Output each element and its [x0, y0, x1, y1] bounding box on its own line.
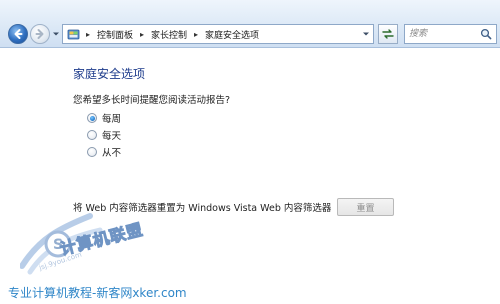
control-panel-icon	[67, 29, 80, 39]
radio-button[interactable]	[87, 130, 97, 140]
breadcrumb-separator-icon[interactable]: ▸	[82, 25, 94, 43]
search-input[interactable]	[409, 26, 479, 42]
radio-label[interactable]: 从不	[102, 145, 121, 159]
report-reminder-question: 您希望多长时间提醒您阅读活动报告?	[73, 95, 231, 106]
reset-button[interactable]: 重置	[337, 198, 394, 216]
breadcrumb-control-panel[interactable]: 控制面板	[94, 28, 136, 41]
page-title: 家庭安全选项	[73, 67, 146, 81]
radio-label[interactable]: 每天	[102, 128, 121, 142]
breadcrumb-family-safety-options[interactable]: 家庭安全选项	[202, 28, 262, 41]
chevron-down-icon	[363, 32, 369, 36]
breadcrumb-separator-icon[interactable]: ▸	[136, 25, 148, 43]
navigation-bar: ▸ 控制面板 ▸ 家长控制 ▸ 家庭安全选项	[0, 0, 500, 48]
back-arrow-icon	[14, 29, 23, 39]
breadcrumb-parental-controls[interactable]: 家长控制	[148, 28, 190, 41]
radio-selected-dot	[89, 115, 95, 121]
address-bar[interactable]: ▸ 控制面板 ▸ 家长控制 ▸ 家庭安全选项	[62, 24, 374, 44]
search-icon[interactable]	[480, 28, 492, 40]
breadcrumb-separator-icon[interactable]: ▸	[190, 25, 202, 43]
refresh-arrows-icon	[382, 29, 394, 39]
back-button[interactable]	[8, 24, 28, 44]
radio-button[interactable]	[87, 147, 97, 157]
recent-pages-dropdown-icon[interactable]	[52, 30, 60, 38]
address-history-dropdown[interactable]	[359, 25, 373, 43]
forward-button[interactable]	[30, 24, 50, 44]
watermark-caption: 专业计算机教程-新客网xker.com	[8, 286, 187, 300]
radio-option-never[interactable]: 从不	[87, 145, 121, 159]
forward-arrow-icon	[35, 29, 44, 39]
radio-option-weekly[interactable]: 每周	[87, 111, 121, 125]
radio-option-daily[interactable]: 每天	[87, 128, 121, 142]
refresh-button[interactable]	[378, 24, 398, 44]
search-box[interactable]	[404, 24, 497, 44]
radio-button[interactable]	[87, 113, 97, 123]
radio-label[interactable]: 每周	[102, 111, 121, 125]
reset-filter-description: 将 Web 内容筛选器重置为 Windows Vista Web 内容筛选器	[73, 203, 332, 214]
